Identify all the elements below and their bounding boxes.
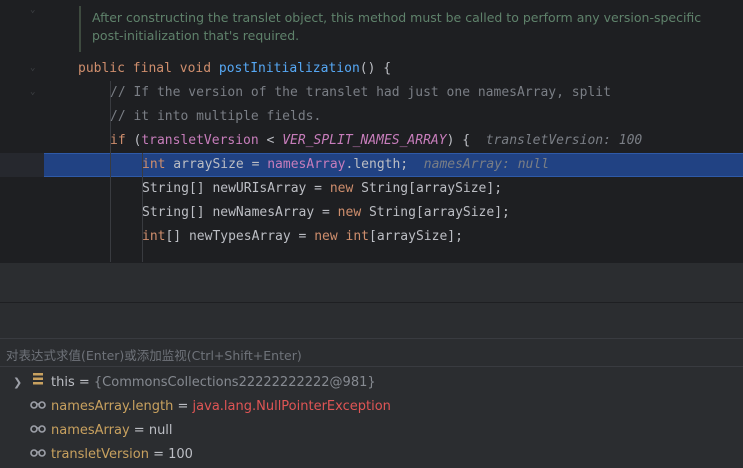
watch-value-error: java.lang.NullPointerException [192, 399, 391, 414]
method-params: () { [359, 61, 392, 76]
new-keyword: new [314, 229, 338, 244]
equals-sign: = [173, 399, 193, 414]
type-keyword: int [142, 229, 166, 244]
new-keyword: new [337, 205, 362, 220]
code-line-comment[interactable]: // If the version of the translet had ju… [110, 81, 611, 105]
code-line-current[interactable]: int arraySize = namesArray.length; names… [142, 153, 549, 177]
debugger-toolbar-area [0, 262, 743, 339]
divider [0, 302, 743, 303]
code-text: String[arraySize]; [353, 181, 503, 196]
watch-value: 100 [168, 447, 193, 462]
fold-marker-icon[interactable]: ⌄ [30, 6, 38, 15]
equals-sign: = [74, 375, 94, 390]
if-keyword: if [110, 133, 126, 148]
code-text: String[] newNamesArray = [142, 205, 338, 220]
current-line-gutter [0, 153, 44, 177]
watch-expression: namesArray.length [51, 399, 174, 414]
evaluate-expression-input[interactable]: 对表达式求值(Enter)或添加监视(Ctrl+Shift+Enter) [0, 338, 743, 367]
watch-row-translet-version[interactable]: transletVersion = 100 [0, 443, 743, 467]
variable-value: {CommonsCollections22222222222@981} [93, 375, 376, 390]
declaration: arraySize = [165, 157, 268, 172]
editor-gutter[interactable]: ⌄ ⌄ ⌄ [0, 0, 44, 262]
code-text: String[arraySize]; [361, 205, 510, 220]
inline-value-hint: namesArray: null [423, 157, 550, 172]
code-text: [] newTypesArray = [165, 229, 315, 244]
watch-expression: transletVersion [51, 447, 149, 462]
field-ref: transletVersion [141, 133, 259, 148]
doc-comment-bar [79, 6, 81, 52]
watch-icon [30, 419, 46, 443]
operator: < [258, 133, 283, 148]
code-editor[interactable]: ⌄ ⌄ ⌄ After constructing the translet ob… [0, 0, 743, 262]
field-ref: namesArray [267, 157, 346, 172]
field-icon [32, 371, 44, 395]
new-keyword: new [329, 181, 354, 196]
equals-sign: = [129, 423, 149, 438]
watch-row-names-array-length[interactable]: namesArray.length = java.lang.NullPointe… [0, 395, 743, 419]
variable-row-this[interactable]: ❯ this = {CommonsCollections22222222222@… [0, 371, 743, 395]
method-name: postInitialization [218, 61, 360, 76]
code-line-method[interactable]: public final void postInitialization() { [78, 57, 391, 81]
fold-marker-icon[interactable]: ⌄ [30, 64, 38, 73]
inline-value-hint: transletVersion: 100 [485, 133, 643, 148]
expand-chevron-icon[interactable]: ❯ [13, 371, 22, 395]
code-text: [arraySize]; [369, 229, 463, 244]
code-line-comment[interactable]: // it into multiple fields. [110, 105, 321, 129]
method-modifiers: public final void [78, 61, 219, 76]
fold-marker-icon[interactable]: ⌄ [30, 88, 38, 97]
equals-sign: = [148, 447, 169, 462]
variables-panel[interactable]: ❯ this = {CommonsCollections22222222222@… [0, 367, 743, 468]
constant-ref: VER_SPLIT_NAMES_ARRAY [282, 133, 447, 148]
paren-close: ) { [446, 133, 471, 148]
variable-name: this [51, 375, 75, 390]
member-access: .length; [345, 157, 409, 172]
code-line[interactable]: int[] newTypesArray = new int[arraySize]… [142, 225, 463, 249]
doc-comment-line: After constructing the translet object, … [92, 10, 702, 25]
paren-open: ( [125, 133, 142, 148]
code-line[interactable]: String[] newNamesArray = new String[arra… [142, 201, 510, 225]
type-keyword: int [142, 157, 166, 172]
code-line-if[interactable]: if (transletVersion < VER_SPLIT_NAMES_AR… [110, 129, 642, 153]
watch-icon [30, 395, 46, 419]
evaluate-placeholder: 对表达式求值(Enter)或添加监视(Ctrl+Shift+Enter) [6, 348, 302, 363]
code-line[interactable]: String[] newURIsArray = new String[array… [142, 177, 502, 201]
watch-icon [30, 443, 46, 467]
watch-value: null [148, 423, 173, 438]
doc-comment-line: post-initialization that's required. [92, 28, 300, 43]
watch-expression: namesArray [51, 423, 130, 438]
type-keyword: int [337, 229, 370, 244]
watch-row-names-array[interactable]: namesArray = null [0, 419, 743, 443]
code-text: String[] newURIsArray = [142, 181, 330, 196]
